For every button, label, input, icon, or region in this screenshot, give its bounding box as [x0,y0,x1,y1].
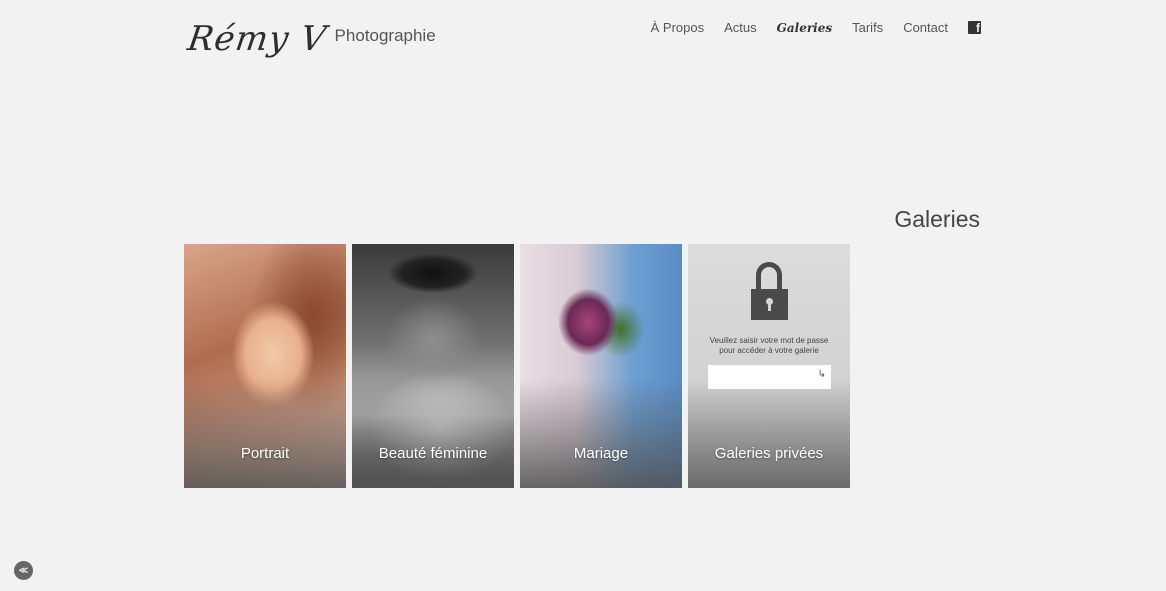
gallery-tile-portrait[interactable]: Portrait [184,244,346,488]
nav-item-a-propos[interactable]: À Propos [651,20,704,35]
tile-shade [520,378,682,488]
password-prompt-line-1: Veuillez saisir votre mot de passe [709,336,829,345]
tile-caption: Portrait [240,445,290,462]
submit-arrow-icon[interactable]: ↳ [818,369,826,380]
tile-caption: Galeries privées [714,445,824,462]
facebook-icon[interactable]: f [968,21,981,35]
site-logo[interactable]: Rémy V Photographie [185,6,436,59]
logo-subtitle: Photographie [334,26,436,45]
tile-shade [184,378,346,488]
nav-item-tarifs[interactable]: Tarifs [852,20,883,35]
logo-script-name: Rémy V [185,19,330,59]
tile-caption: Mariage [573,445,629,462]
password-input[interactable]: ↳ [708,365,831,389]
gallery-tile-beaute-feminine[interactable]: Beauté féminine [352,244,514,488]
nav-item-contact[interactable]: Contact [903,20,948,35]
password-prompt: Veuillez saisir votre mot de passe pour … [688,336,850,356]
password-prompt-line-2: pour accéder à votre galerie [719,346,819,355]
main-nav: À Propos Actus Galeries Tarifs Contact f [651,20,981,35]
nav-item-actus[interactable]: Actus [724,20,757,35]
tile-shade [352,378,514,488]
gallery-grid: Portrait Beauté féminine Mariage Veuille… [184,244,850,488]
nav-item-galeries[interactable]: Galeries [777,21,833,35]
tile-caption: Beauté féminine [378,445,488,462]
collapse-icon[interactable]: ≪ [14,561,33,580]
padlock-icon [751,262,788,320]
page-title: Galeries [894,206,980,232]
gallery-tile-private: Veuillez saisir votre mot de passe pour … [688,244,850,488]
gallery-tile-mariage[interactable]: Mariage [520,244,682,488]
